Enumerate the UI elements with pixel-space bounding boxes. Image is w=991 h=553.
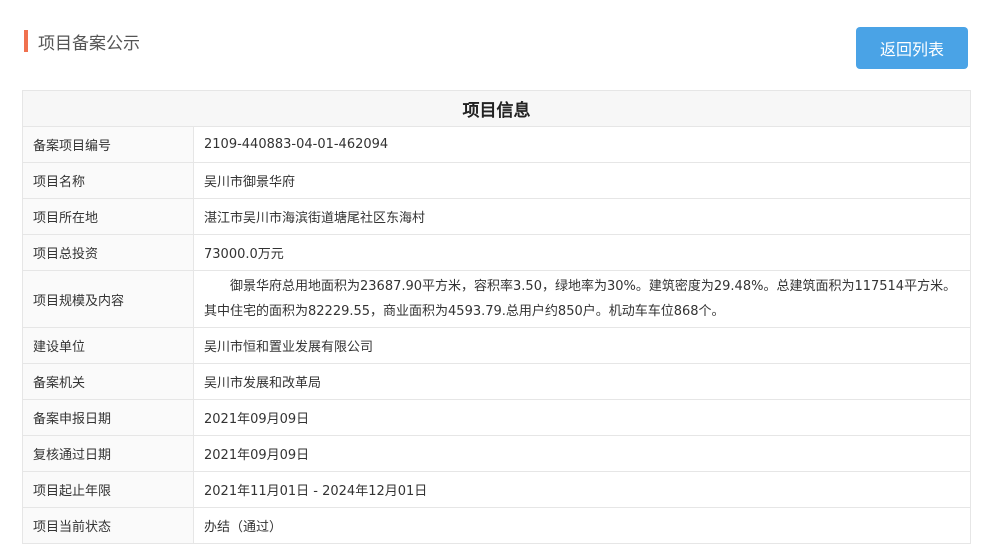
row-label: 项目名称 xyxy=(22,162,194,199)
row-value: 吴川市恒和置业发展有限公司 xyxy=(193,327,971,364)
row-value: 2021年11月01日 - 2024年12月01日 xyxy=(193,471,971,508)
row-label: 备案申报日期 xyxy=(22,399,194,436)
table-row: 备案申报日期 2021年09月09日 xyxy=(22,399,971,436)
table-row: 项目规模及内容 御景华府总用地面积为23687.90平方米，容积率3.50，绿地… xyxy=(22,270,971,328)
table-row: 项目总投资 73000.0万元 xyxy=(22,234,971,271)
table-row: 备案机关 吴川市发展和改革局 xyxy=(22,363,971,400)
row-value: 湛江市吴川市海滨街道塘尾社区东海村 xyxy=(193,198,971,235)
table-row: 项目当前状态 办结（通过） xyxy=(22,507,971,544)
row-value: 御景华府总用地面积为23687.90平方米，容积率3.50，绿地率为30%。建筑… xyxy=(193,270,971,328)
row-label: 建设单位 xyxy=(22,327,194,364)
row-value: 吴川市御景华府 xyxy=(193,162,971,199)
row-label: 项目总投资 xyxy=(22,234,194,271)
table-row: 复核通过日期 2021年09月09日 xyxy=(22,435,971,472)
table-row: 建设单位 吴川市恒和置业发展有限公司 xyxy=(22,327,971,364)
row-value: 吴川市发展和改革局 xyxy=(193,363,971,400)
back-to-list-button[interactable]: 返回列表 xyxy=(856,27,968,69)
row-label: 项目起止年限 xyxy=(22,471,194,508)
table-row: 项目名称 吴川市御景华府 xyxy=(22,162,971,199)
row-value: 2021年09月09日 xyxy=(193,399,971,436)
table-heading: 项目信息 xyxy=(22,90,971,127)
row-label: 项目所在地 xyxy=(22,198,194,235)
row-value: 73000.0万元 xyxy=(193,234,971,271)
row-value: 办结（通过） xyxy=(193,507,971,544)
row-label: 备案项目编号 xyxy=(22,126,194,163)
project-info-table: 项目信息 备案项目编号 2109-440883-04-01-462094 项目名称吴… xyxy=(22,90,971,544)
accent-bar xyxy=(24,30,28,52)
row-label: 备案机关 xyxy=(22,363,194,400)
row-label: 项目规模及内容 xyxy=(22,270,194,328)
page-title: 项目备案公示 xyxy=(38,33,140,54)
row-label: 项目当前状态 xyxy=(22,507,194,544)
row-value: 2109-440883-04-01-462094 xyxy=(193,126,971,163)
page-header: 项目备案公示 xyxy=(24,30,140,54)
row-label: 复核通过日期 xyxy=(22,435,194,472)
table-row: 项目所在地 湛江市吴川市海滨街道塘尾社区东海村 xyxy=(22,198,971,235)
row-value: 2021年09月09日 xyxy=(193,435,971,472)
table-row: 项目起止年限 2021年11月01日 - 2024年12月01日 xyxy=(22,471,971,508)
table-row: 备案项目编号 2109-440883-04-01-462094 xyxy=(22,126,971,163)
